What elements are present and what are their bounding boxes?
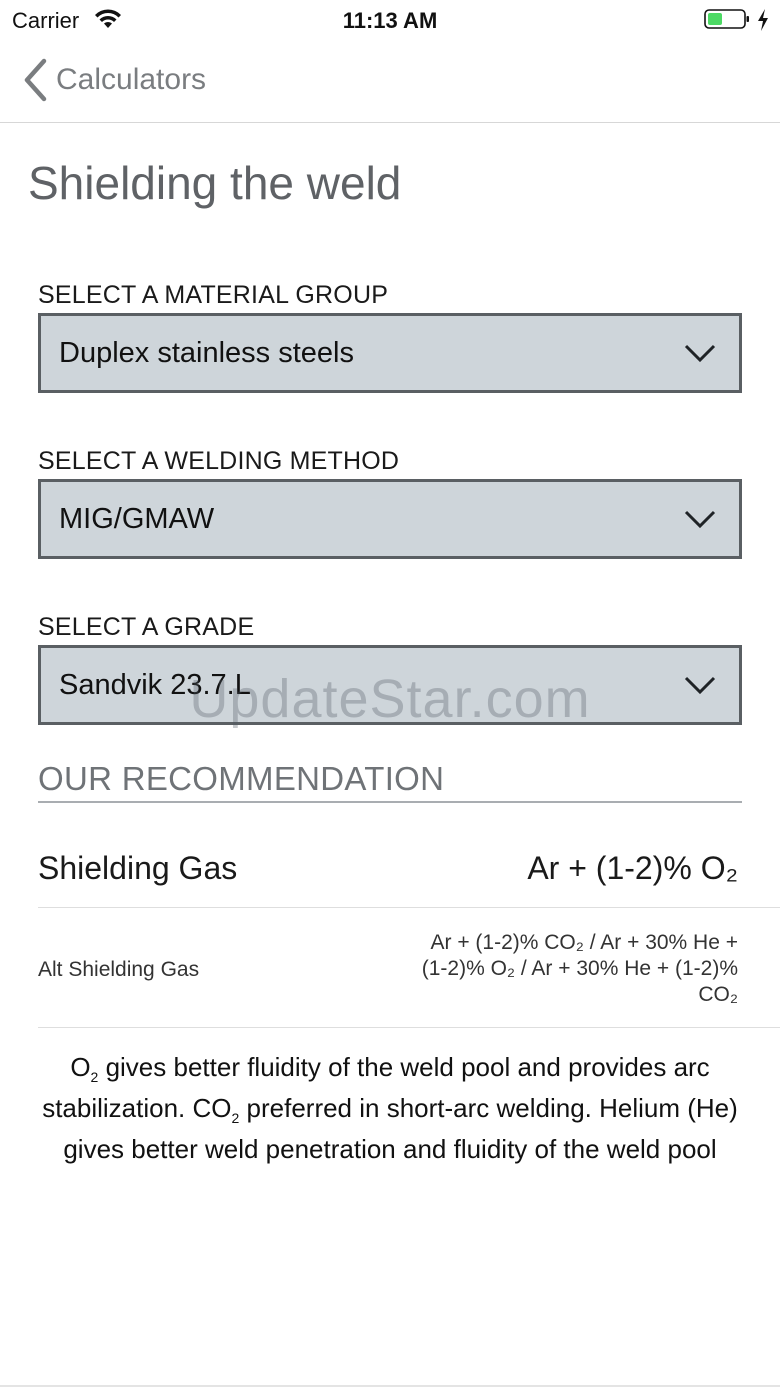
welding-method-label: SELECT A WELDING METHOD	[38, 447, 400, 475]
chevron-down-icon	[684, 676, 716, 695]
material-group-select[interactable]: Duplex stainless steels	[38, 313, 742, 393]
chevron-down-icon	[684, 510, 716, 529]
row-divider	[38, 907, 780, 908]
alt-shielding-gas-label: Alt Shielding Gas	[38, 958, 200, 981]
grade-value: Sandvik 23.7.L	[59, 668, 251, 701]
shielding-gas-label: Shielding Gas	[38, 850, 238, 886]
battery-icon	[704, 9, 749, 29]
chevron-down-icon	[684, 344, 716, 363]
status-bar: Carrier 11:13 AM	[0, 0, 780, 40]
recommendation-divider	[38, 801, 742, 803]
shielding-gas-value: Ar + (1-2)% O₂	[527, 850, 738, 886]
welding-method-value: MIG/GMAW	[59, 502, 215, 535]
back-button-label: Calculators	[56, 63, 207, 96]
recommendation-note: O2 gives better fluidity of the weld poo…	[30, 1052, 750, 1165]
grade-label: SELECT A GRADE	[38, 613, 255, 641]
clock: 11:13 AM	[342, 8, 438, 33]
material-group-label: SELECT A MATERIAL GROUP	[38, 281, 389, 309]
row-divider	[38, 1027, 780, 1028]
material-group-value: Duplex stainless steels	[59, 336, 354, 369]
grade-select[interactable]: Sandvik 23.7.L	[38, 645, 742, 725]
page-title: Shielding the weld	[28, 157, 402, 209]
note-text: O	[70, 1052, 91, 1082]
welding-method-select[interactable]: MIG/GMAW	[38, 479, 742, 559]
chevron-left-icon	[24, 58, 47, 102]
charging-bolt-icon	[758, 9, 768, 31]
back-button[interactable]: Calculators	[22, 56, 206, 104]
recommendation-heading: OUR RECOMMENDATION	[38, 760, 445, 797]
alt-shielding-gas-value: Ar + (1-2)% CO₂ / Ar + 30% He + (1-2)% O…	[421, 931, 738, 1006]
